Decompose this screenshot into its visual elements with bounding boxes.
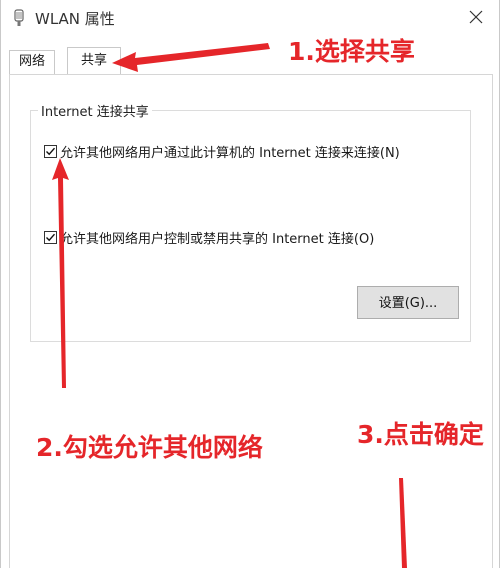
arrow-to-ok-button	[399, 478, 407, 568]
annotation-step3: 3.点击确定	[357, 420, 484, 449]
annotation-step1: 1.选择共享	[288, 37, 415, 66]
annotation-step2: 2.勾选允许其他网络	[36, 433, 263, 462]
arrow-to-sharing-tab	[112, 43, 270, 72]
annotation-arrows	[52, 43, 407, 568]
arrow-to-checkbox	[52, 158, 69, 388]
